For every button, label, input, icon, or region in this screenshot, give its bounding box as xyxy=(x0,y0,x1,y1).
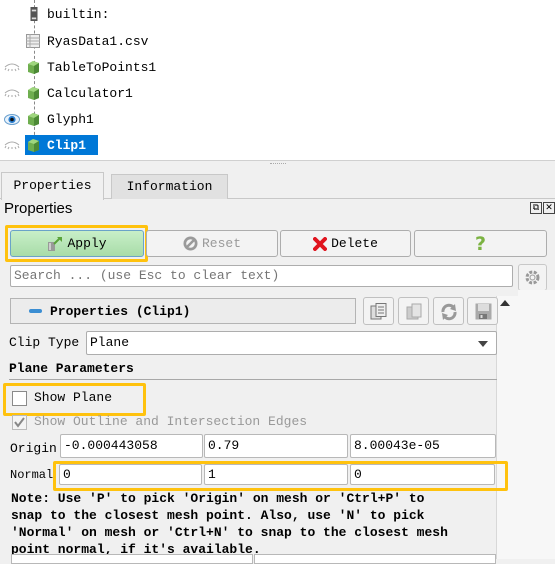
delete-button[interactable]: Delete xyxy=(280,230,411,257)
chevron-down-icon xyxy=(478,341,488,347)
delete-label: Delete xyxy=(331,236,378,251)
eye-open-icon[interactable] xyxy=(4,113,20,126)
search-input[interactable] xyxy=(10,265,513,287)
origin-x-field[interactable]: -0.000443058 xyxy=(60,434,203,458)
apply-icon xyxy=(48,236,63,251)
reload-button[interactable] xyxy=(433,297,464,325)
splitter-grip xyxy=(270,163,286,166)
close-panel-icon[interactable]: ✕ xyxy=(543,202,555,214)
cube-icon xyxy=(28,139,39,152)
pipeline-item-label: RyasData1.csv xyxy=(47,33,149,49)
copy-properties-button[interactable] xyxy=(363,297,394,325)
show-outline-checkbox[interactable] xyxy=(12,415,27,430)
clip-type-label: Clip Type xyxy=(9,335,80,350)
show-outline-label: Show Outline and Intersection Edges xyxy=(34,414,308,429)
origin-y-field[interactable]: 0.79 xyxy=(204,434,348,458)
cube-icon xyxy=(28,113,39,126)
cube-icon xyxy=(28,87,39,100)
reset-button[interactable]: Reset xyxy=(146,230,278,257)
help-button[interactable]: ? xyxy=(414,230,547,257)
reset-label: Reset xyxy=(201,236,241,251)
copy-icon xyxy=(370,303,387,320)
scroll-up-arrow-icon[interactable] xyxy=(500,300,510,306)
normal-z-field[interactable]: 0 xyxy=(350,464,495,485)
eye-closed-icon[interactable] xyxy=(4,141,20,151)
collapse-icon[interactable] xyxy=(29,309,42,313)
apply-label: Apply xyxy=(67,236,107,251)
show-plane-checkbox[interactable] xyxy=(12,391,27,406)
plane-parameters-title: Plane Parameters xyxy=(9,361,134,376)
properties-section-header[interactable]: Properties (Clip1) xyxy=(10,298,356,324)
pipeline-browser: builtin: RyasData1.csv TableToPoints1 Ca… xyxy=(0,0,555,160)
pipeline-item-label: builtin: xyxy=(47,6,110,22)
gear-icon xyxy=(525,270,540,285)
eye-closed-icon[interactable] xyxy=(4,63,20,73)
section-title: Properties (Clip1) xyxy=(50,303,191,319)
group-divider xyxy=(9,379,497,380)
delete-icon xyxy=(313,236,328,251)
next-field-partial[interactable] xyxy=(254,554,496,564)
save-defaults-button[interactable] xyxy=(467,297,498,325)
show-plane-label: Show Plane xyxy=(34,390,113,405)
clip-type-dropdown[interactable]: Plane xyxy=(86,331,497,355)
picking-note: Note: Use 'P' to pick 'Origin' on mesh o… xyxy=(11,491,448,557)
panel-title: Properties xyxy=(4,200,73,217)
origin-z-field[interactable]: 8.00043e-05 xyxy=(350,434,496,458)
reset-icon xyxy=(183,236,198,251)
table-icon xyxy=(26,34,40,48)
save-icon xyxy=(475,303,492,320)
advanced-settings-button[interactable] xyxy=(518,264,547,291)
panel-margin xyxy=(518,290,555,559)
help-icon: ? xyxy=(474,232,487,255)
normal-y-field[interactable]: 1 xyxy=(204,464,348,485)
pipeline-item-label: Glyph1 xyxy=(47,111,94,127)
pipeline-item-label: Clip1 xyxy=(47,137,87,153)
pipeline-item-label: TableToPoints1 xyxy=(47,59,157,75)
normal-x-field[interactable]: 0 xyxy=(59,464,202,485)
origin-label: Origin xyxy=(10,441,57,456)
apply-button[interactable]: Apply xyxy=(10,230,144,257)
pipeline-item-label: Calculator1 xyxy=(47,85,133,101)
normal-label: Normal xyxy=(10,468,54,482)
eye-closed-icon[interactable] xyxy=(4,89,20,99)
float-panel-icon[interactable]: ⧉ xyxy=(530,202,542,214)
tab-properties[interactable]: Properties xyxy=(1,172,104,200)
paste-properties-button[interactable] xyxy=(398,297,429,325)
cube-icon xyxy=(28,61,39,74)
server-icon xyxy=(30,7,38,21)
checkmark-icon xyxy=(14,417,25,428)
refresh-icon xyxy=(441,303,457,321)
next-field-partial[interactable] xyxy=(11,554,253,564)
tab-information[interactable]: Information xyxy=(111,174,228,199)
clip-type-value: Plane xyxy=(90,335,130,350)
paste-icon xyxy=(406,303,422,320)
